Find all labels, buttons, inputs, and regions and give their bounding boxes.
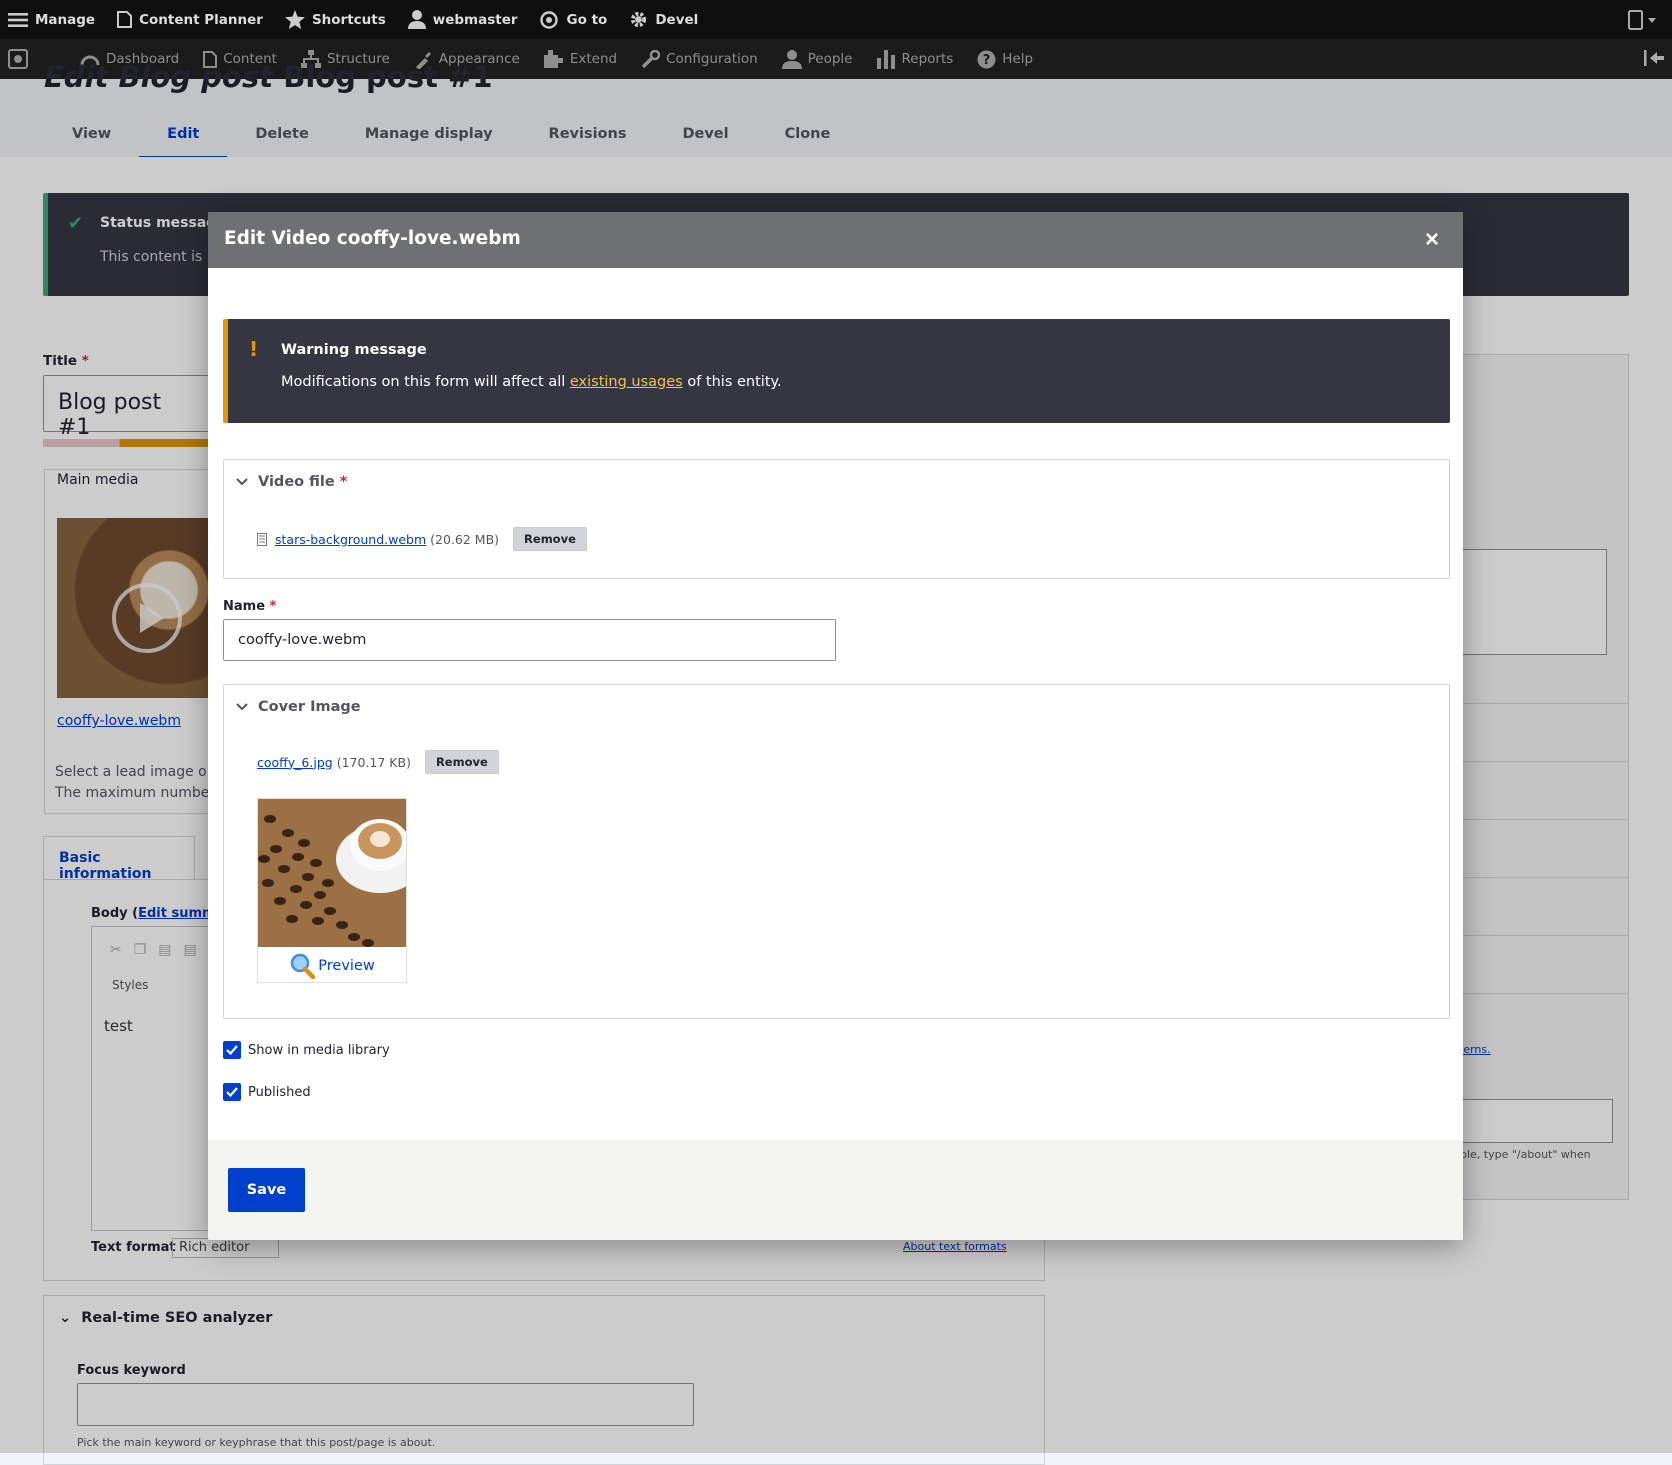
video-file-size: (20.62 MB): [430, 531, 500, 547]
checkmark-icon: [226, 1087, 238, 1097]
tray-reports[interactable]: Reports: [865, 39, 966, 79]
admin-toolbar: Manage Content Planner Shortcuts webmast…: [0, 0, 1672, 39]
preview-label: Preview: [318, 957, 375, 974]
tray-reports-label: Reports: [901, 51, 954, 67]
cover-file-size: (170.17 KB): [336, 754, 411, 770]
collapse-icon: [1644, 50, 1664, 66]
required-marker: *: [339, 474, 348, 490]
user-icon: [407, 10, 426, 29]
toolbar-orientation[interactable]: [1628, 9, 1672, 30]
toolbar-user[interactable]: webmaster: [400, 0, 532, 39]
warning-body: Modifications on this form will affect a…: [281, 374, 782, 390]
save-button[interactable]: Save: [228, 1168, 305, 1212]
show-in-library-checkbox-row[interactable]: Show in media library: [223, 1041, 390, 1059]
video-file-summary[interactable]: Video file *: [236, 474, 347, 490]
cover-file-link[interactable]: cooffy_6.jpg: [257, 755, 333, 770]
tray-help[interactable]: ? Help: [965, 39, 1045, 79]
cover-image-legend: Cover Image: [258, 699, 361, 715]
reports-icon: [876, 49, 895, 69]
close-icon[interactable]: ×: [1417, 224, 1447, 254]
cover-image-thumbnail: Preview: [257, 798, 407, 983]
tray-help-label: Help: [1002, 51, 1034, 67]
video-file-link[interactable]: stars-background.webm: [275, 532, 426, 547]
toolbar-devel[interactable]: Devel: [621, 0, 712, 39]
toolbar-devel-label: Devel: [655, 11, 699, 28]
home-icon: [8, 49, 28, 69]
toolbar-shortcuts-label: Shortcuts: [311, 11, 386, 28]
existing-usages-link[interactable]: existing usages: [570, 374, 683, 390]
chevron-down-icon: [236, 703, 248, 711]
file-icon: [257, 532, 267, 546]
gear-icon: [631, 11, 647, 28]
published-checkbox-row[interactable]: Published: [223, 1083, 311, 1101]
tray-people[interactable]: People: [770, 39, 865, 79]
name-label-text: Name: [223, 599, 266, 614]
svg-text:?: ?: [983, 53, 991, 68]
dialog-title: Edit Video cooffy-love.webm: [224, 228, 521, 249]
device-icon: [1628, 9, 1656, 30]
video-file-fieldset: Video file * stars-background.webm (20.6…: [223, 459, 1450, 579]
warning-text-post: of this entity.: [682, 374, 782, 390]
cover-image: [258, 799, 406, 947]
dialog-button-pane: Save: [208, 1140, 1463, 1240]
warning-text-pre: Modifications on this form will affect a…: [281, 374, 570, 390]
magnifier-icon: [291, 953, 316, 979]
configuration-icon: [641, 49, 661, 68]
preview-link[interactable]: Preview: [258, 949, 406, 982]
extend-icon: [543, 50, 563, 68]
remove-cover-button[interactable]: Remove: [424, 750, 499, 774]
tray-extend[interactable]: Extend: [532, 39, 629, 79]
cover-image-summary[interactable]: Cover Image: [236, 699, 361, 715]
name-label: Name *: [223, 599, 276, 614]
people-icon: [781, 49, 802, 69]
tray-collapse-button[interactable]: [1644, 49, 1664, 71]
chevron-down-icon: [236, 478, 248, 486]
tray-configuration-label: Configuration: [666, 51, 758, 67]
cover-image-fieldset: Cover Image cooffy_6.jpg (170.17 KB) Rem…: [223, 684, 1450, 1019]
toolbar-go-to[interactable]: Go to: [532, 0, 622, 39]
warning-title: Warning message: [281, 342, 427, 358]
toolbar-user-label: webmaster: [432, 11, 518, 28]
star-icon: [284, 10, 305, 29]
toolbar-content-planner[interactable]: Content Planner: [109, 0, 277, 39]
edit-video-dialog: Edit Video cooffy-love.webm × ! Warning …: [208, 212, 1463, 1240]
toolbar-manage[interactable]: Manage: [0, 0, 109, 39]
published-label: Published: [248, 1084, 311, 1100]
tray-people-label: People: [807, 51, 853, 67]
name-input[interactable]: [223, 619, 836, 661]
required-marker: *: [269, 599, 277, 614]
dialog-titlebar: Edit Video cooffy-love.webm ×: [208, 212, 1463, 268]
toolbar-shortcuts[interactable]: Shortcuts: [277, 0, 400, 39]
video-file-row: stars-background.webm (20.62 MB) Remove: [257, 527, 587, 551]
toolbar-go-to-label: Go to: [566, 11, 608, 28]
video-file-legend: Video file: [258, 474, 335, 490]
warning-icon: !: [249, 337, 259, 361]
published-checkbox[interactable]: [223, 1083, 241, 1101]
show-in-library-label: Show in media library: [248, 1042, 390, 1058]
remove-video-button[interactable]: Remove: [513, 527, 587, 551]
toolbar-manage-label: Manage: [35, 11, 96, 28]
tray-extend-label: Extend: [569, 51, 618, 67]
hamburger-icon: [8, 12, 28, 27]
toolbar-content-planner-label: Content Planner: [139, 11, 263, 28]
tray-configuration[interactable]: Configuration: [629, 39, 770, 79]
goto-icon: [539, 10, 558, 29]
show-in-library-checkbox[interactable]: [223, 1041, 241, 1059]
warning-message: ! Warning message Modifications on this …: [223, 319, 1450, 423]
checkmark-icon: [226, 1045, 238, 1055]
cover-file-row: cooffy_6.jpg (170.17 KB) Remove: [257, 750, 499, 774]
calendar-icon: [117, 11, 133, 28]
help-icon: ?: [977, 50, 996, 68]
